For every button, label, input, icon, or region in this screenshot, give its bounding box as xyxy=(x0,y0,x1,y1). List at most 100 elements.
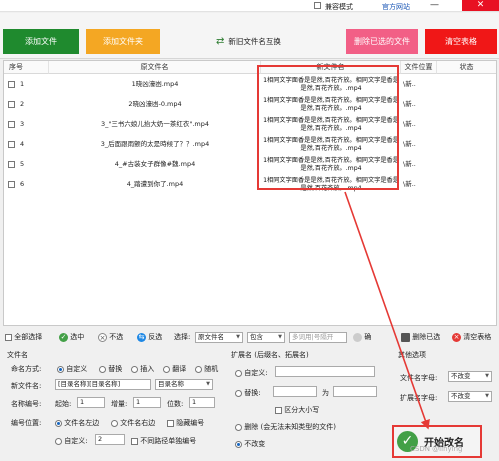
digits-input[interactable]: 1 xyxy=(189,397,215,408)
increment-input[interactable]: 1 xyxy=(133,397,161,408)
position-custom[interactable]: 自定义: xyxy=(55,436,88,446)
radio[interactable] xyxy=(111,419,118,427)
radio[interactable] xyxy=(57,365,64,373)
ext-custom-input[interactable] xyxy=(275,366,375,377)
row-original-name: 4_踏遭到你了.mp4 xyxy=(126,180,184,188)
choose-field-select[interactable]: 原文件名 ▼ xyxy=(195,332,243,343)
filename-panel-title: 文件名 xyxy=(7,351,28,359)
new-filename-input[interactable]: [目录名称][目录名称] xyxy=(55,379,151,390)
chevron-down-icon: ▼ xyxy=(236,334,240,340)
row-original-name: 2晓凶濠凼-0.mp4 xyxy=(128,100,182,108)
mode-insert[interactable]: 插入 xyxy=(131,364,154,374)
start-label: 起始: xyxy=(55,400,72,408)
ext-case-label: 扩展名字母: xyxy=(400,394,438,402)
checkbox[interactable] xyxy=(167,419,174,427)
extension-panel-title: 扩展名 (后缀名、拓展名) xyxy=(231,351,309,359)
compat-mode-checkbox[interactable] xyxy=(314,2,321,9)
ext-custom[interactable]: 自定义: xyxy=(235,368,268,378)
row-seq: 6 xyxy=(20,180,25,188)
row-checkbox[interactable] xyxy=(8,101,15,108)
delete-selected-files-button[interactable]: 删除已选的文件 xyxy=(346,29,418,54)
add-file-button[interactable]: 添加文件 xyxy=(3,29,79,54)
selection-action-bar: 全部选择 ✓ 选中 × 不选 ⇆ 反选 选择: 原文件名 ▼ 包含 ▼ 多词用|号隔… xyxy=(3,330,497,345)
checkbox[interactable] xyxy=(131,437,138,445)
filename-case-select[interactable]: 不改变 ▼ xyxy=(448,371,492,382)
unselect-button[interactable]: × 不选 xyxy=(98,330,123,345)
mode-translate[interactable]: 翻译 xyxy=(163,364,186,374)
close-window-button[interactable]: ✕ xyxy=(462,0,499,11)
row-checkbox[interactable] xyxy=(8,161,15,168)
table-row[interactable]: 5 4_#古装女子群像#魏.mp4 1相同文字面香是是然,百花齐放。相同文字是香… xyxy=(4,155,496,174)
ext-no-change[interactable]: 不改变 xyxy=(235,439,265,449)
contains-select[interactable]: 包含 ▼ xyxy=(247,332,285,343)
mode-custom[interactable]: 自定义 xyxy=(57,364,87,374)
minimize-button[interactable]: — xyxy=(430,0,439,10)
custom-position-input[interactable]: 2 xyxy=(95,434,125,445)
checkbox[interactable] xyxy=(275,406,282,414)
position-left[interactable]: 文件名左边 xyxy=(55,418,99,428)
row-checkbox[interactable] xyxy=(8,141,15,148)
toolbar: 添加文件 添加文件夹 ⇄ 新旧文件名互换 删除已选的文件 清空表格 xyxy=(0,13,499,59)
row-seq: 3 xyxy=(20,120,25,128)
ext-replace-from-input[interactable] xyxy=(273,386,317,397)
keywords-input[interactable]: 多词用|号隔开 xyxy=(289,332,347,343)
table-row[interactable]: 6 4_踏遭到你了.mp4 1相同文字面香是是然,百花齐放。相同文字是香是是然,… xyxy=(4,175,496,194)
row-seq: 4 xyxy=(20,140,25,148)
case-sensitive-toggle[interactable]: 区分大小写 xyxy=(275,405,319,415)
diff-path-toggle[interactable]: 不同路径单独编号 xyxy=(131,436,196,446)
row-checkbox[interactable] xyxy=(8,81,15,88)
title-bar: 兼容模式 官方网站 — ✕ xyxy=(0,0,499,12)
clear-table-button[interactable]: 清空表格 xyxy=(425,29,497,54)
hide-seq[interactable]: 隐藏编号 xyxy=(167,418,204,428)
radio[interactable] xyxy=(55,419,62,427)
chevron-down-icon: ▼ xyxy=(278,334,282,340)
add-folder-button[interactable]: 添加文件夹 xyxy=(86,29,160,54)
mode-replace[interactable]: 替换 xyxy=(99,364,122,374)
row-seq: 5 xyxy=(20,160,25,168)
radio[interactable] xyxy=(131,365,138,373)
table-row[interactable]: 2 2晓凶濠凼-0.mp4 1相同文字面香是是然,百花齐放。相同文字是香是是然,… xyxy=(4,95,496,114)
radio[interactable] xyxy=(99,365,106,373)
select-all-toggle[interactable]: 全部选择 xyxy=(5,330,42,345)
clear-icon: × xyxy=(452,332,461,342)
radio[interactable] xyxy=(195,365,202,373)
table-row[interactable]: 1 1晓凶濠凼.mp4 1相同文字面香是是然,百花齐放。相同文字是香是是然,百花… xyxy=(4,75,496,94)
clear-table-small-button[interactable]: × 清空表格 xyxy=(452,330,491,345)
mode-random[interactable]: 随机 xyxy=(195,364,218,374)
check-circle-icon: ✓ xyxy=(59,332,68,342)
row-seq: 1 xyxy=(20,80,25,88)
header-seq: 序号 xyxy=(4,61,49,74)
delete-selected-button[interactable]: 删除已选 xyxy=(401,330,440,345)
delete-icon xyxy=(401,332,410,342)
ext-case-select[interactable]: 不改变 ▼ xyxy=(448,391,492,402)
radio[interactable] xyxy=(235,369,242,377)
file-table: 序号 原文件名 新文件名 文件位置 状态 1 1晓凶濠凼.mp4 1相同文字面香… xyxy=(3,60,497,326)
table-row[interactable]: 3 3_"三书六娘儿抬大奶一茶红衣".mp4 1相同文字面香是是然,百花齐放。相… xyxy=(4,115,496,134)
row-checkbox[interactable] xyxy=(8,181,15,188)
increment-label: 增量: xyxy=(111,400,128,408)
ext-replace[interactable]: 替换: xyxy=(235,388,261,398)
start-rename-button[interactable]: ✓ 开始改名 CSDN @linying xyxy=(392,425,482,458)
select-all-checkbox[interactable] xyxy=(5,333,12,341)
row-seq: 2 xyxy=(20,100,25,108)
start-input[interactable]: 1 xyxy=(77,397,105,408)
ext-delete[interactable]: 删除 (会无法未知类型的文件) xyxy=(235,422,336,432)
radio[interactable] xyxy=(163,365,170,373)
official-site-link[interactable]: 官方网站 xyxy=(382,2,410,12)
directory-name-select[interactable]: 目录名称 ▼ xyxy=(155,379,213,390)
ext-replace-to-input[interactable] xyxy=(333,386,377,397)
select-button[interactable]: ✓ 选中 xyxy=(59,330,84,345)
radio[interactable] xyxy=(235,440,242,448)
radio[interactable] xyxy=(235,423,242,431)
radio[interactable] xyxy=(235,389,242,397)
row-checkbox[interactable] xyxy=(8,121,15,128)
invert-icon: ⇆ xyxy=(137,332,146,342)
table-row[interactable]: 4 3_后面跟雨颤的太是時候了？？.mp4 1相同文字面香是是然,百花齐放。相同… xyxy=(4,135,496,154)
confirm-button[interactable]: 确 xyxy=(353,330,371,345)
invert-button[interactable]: ⇆ 反选 xyxy=(137,330,162,345)
position-right[interactable]: 文件名右边 xyxy=(111,418,155,428)
swap-names-button[interactable]: ⇄ 新旧文件名互换 xyxy=(216,33,281,49)
row-original-name: 3_"三书六娘儿抬大奶一茶红衣".mp4 xyxy=(100,120,210,128)
radio[interactable] xyxy=(55,437,62,445)
digits-label: 位数: xyxy=(167,400,184,408)
